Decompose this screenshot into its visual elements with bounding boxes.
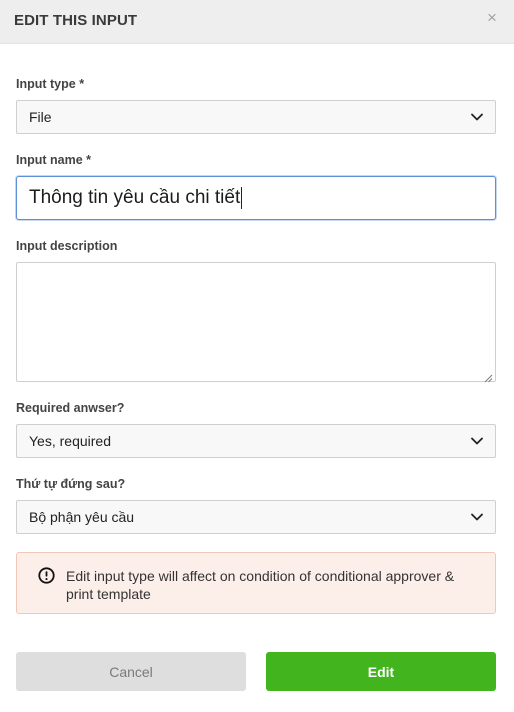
edit-button[interactable]: Edit (266, 652, 496, 691)
required-answer-label: Required anwser? (16, 401, 125, 415)
input-type-label: Input type * (16, 77, 85, 91)
order-after-label: Thứ tự đứng sau? (16, 477, 126, 491)
modal-header: EDIT THIS INPUT × (0, 0, 514, 44)
required-answer-value: Yes, required (29, 433, 111, 449)
input-name-label: Input name * (16, 153, 92, 167)
chevron-down-icon (471, 511, 483, 523)
input-type-value: File (29, 109, 52, 125)
input-name-value: Thông tin yêu cầu chi tiết (29, 187, 241, 208)
warning-alert: Edit input type will affect on condition… (16, 552, 496, 614)
edit-input-modal: EDIT THIS INPUT × Input type * File Inpu… (0, 0, 514, 712)
text-caret (241, 187, 243, 209)
cancel-button[interactable]: Cancel (16, 652, 246, 691)
input-name-field[interactable]: Thông tin yêu cầu chi tiết (16, 176, 496, 220)
close-icon[interactable]: × (483, 9, 501, 27)
modal-title: EDIT THIS INPUT (14, 12, 138, 29)
order-after-value: Bộ phận yêu cầu (29, 509, 135, 525)
required-answer-select[interactable]: Yes, required (16, 424, 496, 458)
input-description-label: Input description (16, 239, 118, 253)
resize-grip-icon[interactable] (484, 370, 493, 383)
chevron-down-icon (471, 435, 483, 447)
input-type-select[interactable]: File (16, 100, 496, 134)
input-description-textarea[interactable] (16, 262, 496, 383)
exclamation-circle-icon (38, 567, 55, 584)
order-after-select[interactable]: Bộ phận yêu cầu (16, 500, 496, 534)
alert-message: Edit input type will affect on condition… (66, 568, 455, 602)
chevron-down-icon (471, 111, 483, 123)
